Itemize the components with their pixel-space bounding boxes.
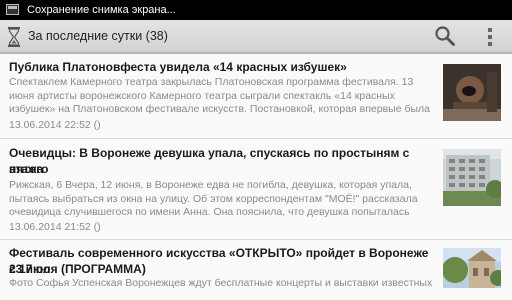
list-item[interactable]: Публика Платоновфеста увидела «14 красны…	[0, 54, 512, 139]
apartment-building-photo	[443, 149, 501, 206]
list-item[interactable]: Очевидцы: В Воронеже девушка упала, спус…	[0, 139, 512, 240]
status-bar: Сохранение снимка экрана...	[0, 0, 512, 20]
park-pavilion-photo	[443, 248, 501, 288]
news-description-line: Фото Софья Успенская Воронежцев ждут бес…	[9, 277, 433, 289]
news-description-line: избушек» на Платоновском фестивале искус…	[9, 103, 430, 115]
news-title: 23 июля (ПРОГРАММА)	[9, 262, 146, 276]
news-date: 13.06.2014 21:52 ()	[9, 221, 101, 233]
news-description-line: Рижская, 6 Вчера, 12 июня, в Воронеже ед…	[9, 179, 412, 191]
news-date: 13.06.2014 22:52 ()	[9, 119, 101, 131]
status-notification-text: Сохранение снимка экрана...	[27, 4, 176, 16]
news-description-line: очевидица случившегося по имени Анна. Он…	[9, 206, 410, 218]
action-bar-title: За последние сутки (38)	[28, 29, 168, 43]
news-description-line: Спектаклем Камерного театра закрылась Пл…	[9, 76, 414, 88]
action-bar: За последние сутки (38)	[0, 20, 512, 54]
overflow-menu-icon[interactable]	[480, 24, 500, 50]
stage-photo	[443, 64, 501, 121]
news-description-line: пытаясь выбраться из окна на улицу. Об э…	[9, 192, 418, 205]
news-title: этажа	[9, 162, 44, 176]
news-description-line: июня артисты воронежского Камерного теат…	[9, 89, 395, 102]
list-item[interactable]: Фестиваль современного искусства «ОТКРЫТ…	[0, 240, 512, 300]
hourglass-icon	[8, 27, 20, 47]
news-title: Публика Платоновфеста увидела «14 красны…	[9, 60, 347, 74]
search-icon[interactable]	[433, 24, 457, 48]
screenshot-icon	[6, 4, 19, 15]
news-list: Публика Платоновфеста увидела «14 красны…	[0, 54, 512, 300]
